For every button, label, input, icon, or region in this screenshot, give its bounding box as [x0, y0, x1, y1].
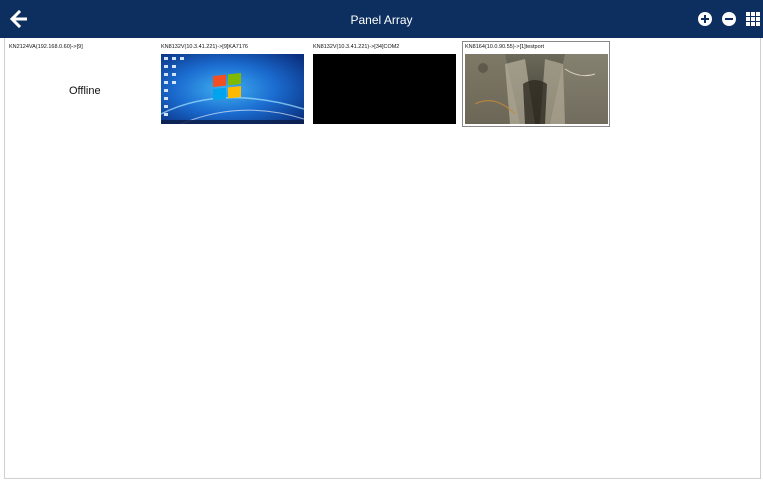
panel-label: KN8164(10.0.90.55)->[1]testport: [465, 44, 545, 50]
minus-circle-icon[interactable]: [721, 11, 737, 27]
plus-circle-icon[interactable]: [697, 11, 713, 27]
panel-label: KN2124VA(192.168.0.60)->[9]: [9, 44, 83, 50]
windows-desktop-preview[interactable]: [161, 54, 304, 124]
panel-kn2124va[interactable]: KN2124VA(192.168.0.60)->[9] Offline: [7, 42, 153, 126]
panel-array: KN2124VA(192.168.0.60)->[9] Offline KN81…: [4, 38, 761, 479]
top-bar: Panel Array: [0, 0, 763, 38]
panel-label: KN8132V(10.3.41.221)->[9]KA7176: [161, 44, 248, 50]
windows-desktop-image: [161, 54, 304, 124]
panel-label: KN8132V(10.3.41.221)->[34]COM2: [313, 44, 400, 50]
camera-view-image: [465, 54, 608, 124]
panel-kn8132v-com2[interactable]: KN8132V(10.3.41.221)->[34]COM2: [311, 42, 457, 126]
arrow-left-icon[interactable]: [8, 9, 30, 29]
page-title: Panel Array: [350, 13, 413, 27]
grid-icon[interactable]: [745, 11, 761, 27]
panel-kn8132v-ka7176[interactable]: KN8132V(10.3.41.221)->[9]KA7176: [159, 42, 305, 126]
offline-status: Offline: [69, 85, 101, 97]
black-screen-preview[interactable]: [313, 54, 456, 124]
panel-kn8164-testport[interactable]: KN8164(10.0.90.55)->[1]testport: [462, 41, 610, 127]
camera-view-preview[interactable]: [465, 54, 608, 124]
